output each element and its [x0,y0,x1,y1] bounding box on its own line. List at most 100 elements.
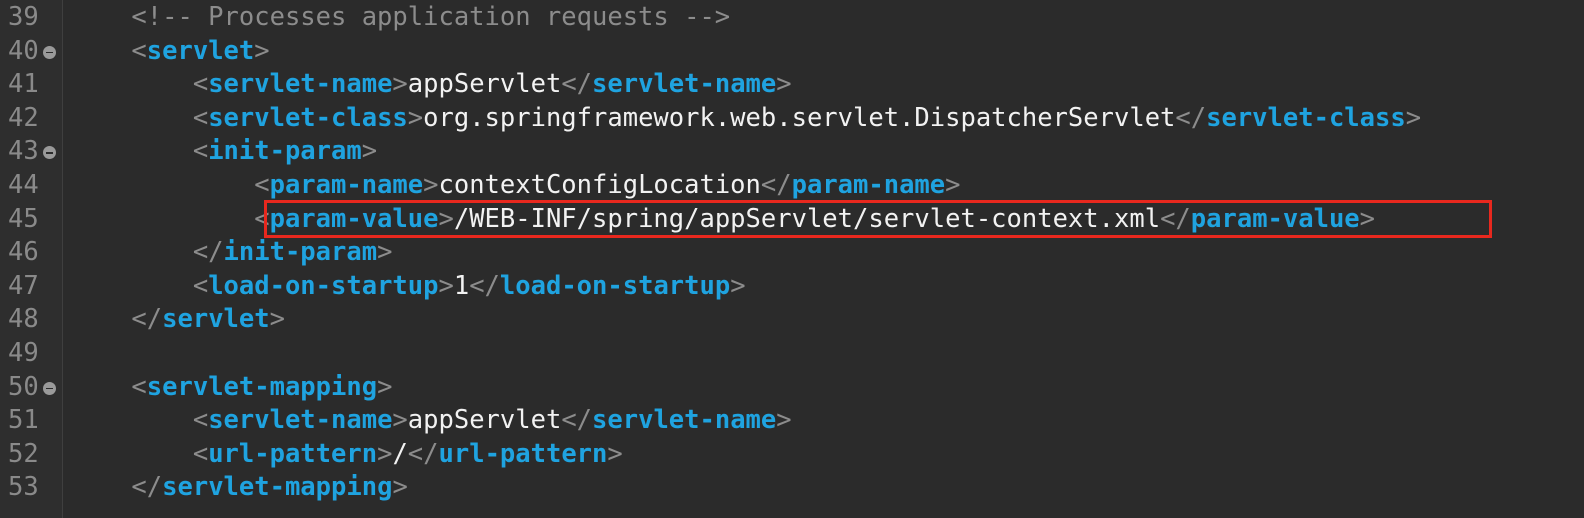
xml-bracket: > [776,405,792,436]
code-editor[interactable]: 39 <!-- Processes application requests -… [0,0,1584,518]
xml-text-value: contextConfigLocation [438,170,761,200]
line-number: 42 [8,102,39,133]
xml-tag-name: param-name [791,170,946,200]
xml-tag-name: init-param [223,237,378,268]
code-line[interactable]: 52 <url-pattern>/</url-pattern> [0,438,1584,472]
code-line[interactable]: 39 <!-- Processes application requests -… [0,1,1584,35]
xml-bracket: > [407,102,424,133]
code-line[interactable]: 40 <servlet> [0,35,1584,69]
xml-bracket: > [1405,102,1422,133]
code-line[interactable]: 46 </init-param> [0,236,1584,270]
code-line[interactable]: 51 <servlet-name>appServlet</servlet-nam… [0,404,1584,438]
xml-bracket: </ [192,237,224,268]
code-text: <servlet> [70,35,270,69]
fold-collapse-icon[interactable] [43,146,56,160]
code-text: <init-param> [70,135,377,169]
code-line[interactable]: 53 </servlet-mapping> [0,471,1584,505]
code-text: </init-param> [70,236,393,270]
line-number: 47 [8,270,39,301]
code-text: </servlet> [70,303,285,337]
line-number: 39 [8,2,39,32]
xml-bracket: > [776,69,792,100]
xml-tag-name: init-param [208,136,362,167]
line-number: 48 [8,304,39,335]
line-number: 44 [8,170,39,200]
code-line[interactable]: 42 <servlet-class>org.springframework.we… [0,102,1584,136]
fold-collapse-icon[interactable] [43,381,56,395]
xml-tag-name: servlet-name [592,405,777,436]
xml-tag-name: param-name [269,170,424,200]
xml-text-value: org.springframework.web.servlet.Dispatch… [423,102,1176,133]
xml-bracket: > [607,438,623,469]
line-number: 51 [8,405,39,436]
xml-bracket: < [192,69,209,100]
xml-bracket: > [377,438,393,469]
xml-bracket: </ [131,304,163,335]
xml-tag-name: servlet-name [208,405,393,436]
xml-bracket: < [192,438,209,469]
xml-bracket: > [392,472,408,503]
line-number: 46 [8,237,39,268]
code-text: <servlet-class>org.springframework.web.s… [70,102,1421,136]
xml-tag-name: servlet [162,304,270,335]
xml-tag-name: url-pattern [208,438,378,469]
xml-bracket: < [254,170,270,200]
xml-bracket: > [254,35,270,66]
xml-bracket: < [131,371,147,402]
line-number: 45 [8,203,39,234]
xml-tag-name: load-on-startup [499,270,731,301]
xml-tag-name: servlet-mapping [146,371,378,402]
xml-bracket: < [192,405,209,436]
fold-collapse-icon[interactable] [43,45,56,59]
xml-tag-name: servlet-mapping [162,472,393,503]
xml-tag-name: servlet-class [1206,102,1406,133]
xml-bracket: > [377,237,393,268]
xml-bracket: < [192,102,209,133]
xml-text-value: appServlet [407,69,562,100]
highlight-box [264,200,1492,238]
xml-bracket: </ [760,170,792,200]
code-text: <servlet-name>appServlet</servlet-name> [70,68,792,102]
code-text: <param-name>contextConfigLocation</param… [70,169,961,203]
code-text: <url-pattern>/</url-pattern> [70,438,623,472]
xml-text-value: 1 [453,270,470,301]
line-number: 53 [8,472,39,503]
xml-tag-name: load-on-startup [208,270,439,301]
xml-bracket: </ [561,69,593,100]
line-number: 50 [8,371,39,402]
code-text: <load-on-startup>1</load-on-startup> [70,270,746,304]
code-text: <!-- Processes application requests --> [70,1,730,35]
xml-bracket: </ [407,438,439,469]
xml-text-value: appServlet [407,405,562,436]
xml-bracket: > [438,270,454,301]
code-line[interactable]: 41 <servlet-name>appServlet</servlet-nam… [0,68,1584,102]
line-number: 52 [8,438,39,469]
xml-bracket: > [392,405,408,436]
code-line[interactable]: 44 <param-name>contextConfigLocation</pa… [0,169,1584,203]
xml-comment: <!-- Processes application requests --> [131,2,731,32]
code-text: <servlet-name>appServlet</servlet-name> [70,404,792,438]
code-line[interactable]: 47 <load-on-startup>1</load-on-startup> [0,270,1584,304]
code-line[interactable]: 48 </servlet> [0,303,1584,337]
xml-bracket: > [269,304,285,335]
line-number: 49 [8,338,39,368]
xml-bracket: > [377,371,393,402]
line-number: 43 [8,136,39,167]
xml-tag-name: servlet [146,35,255,66]
xml-bracket: </ [1175,102,1207,133]
xml-bracket: > [730,270,746,301]
xml-bracket: > [945,170,961,200]
code-line[interactable]: 49 [0,337,1584,371]
xml-bracket: </ [131,472,163,503]
xml-bracket: < [131,35,147,66]
xml-tag-name: url-pattern [438,438,608,469]
xml-tag-name: servlet-class [208,102,408,133]
code-line[interactable]: 50 <servlet-mapping> [0,371,1584,405]
line-number: 41 [8,69,39,100]
xml-bracket: </ [469,270,500,301]
xml-bracket: > [392,69,408,100]
xml-text-value: / [392,438,408,469]
xml-tag-name: servlet-name [592,69,777,100]
code-line[interactable]: 43 <init-param> [0,135,1584,169]
code-text: </servlet-mapping> [70,471,408,505]
